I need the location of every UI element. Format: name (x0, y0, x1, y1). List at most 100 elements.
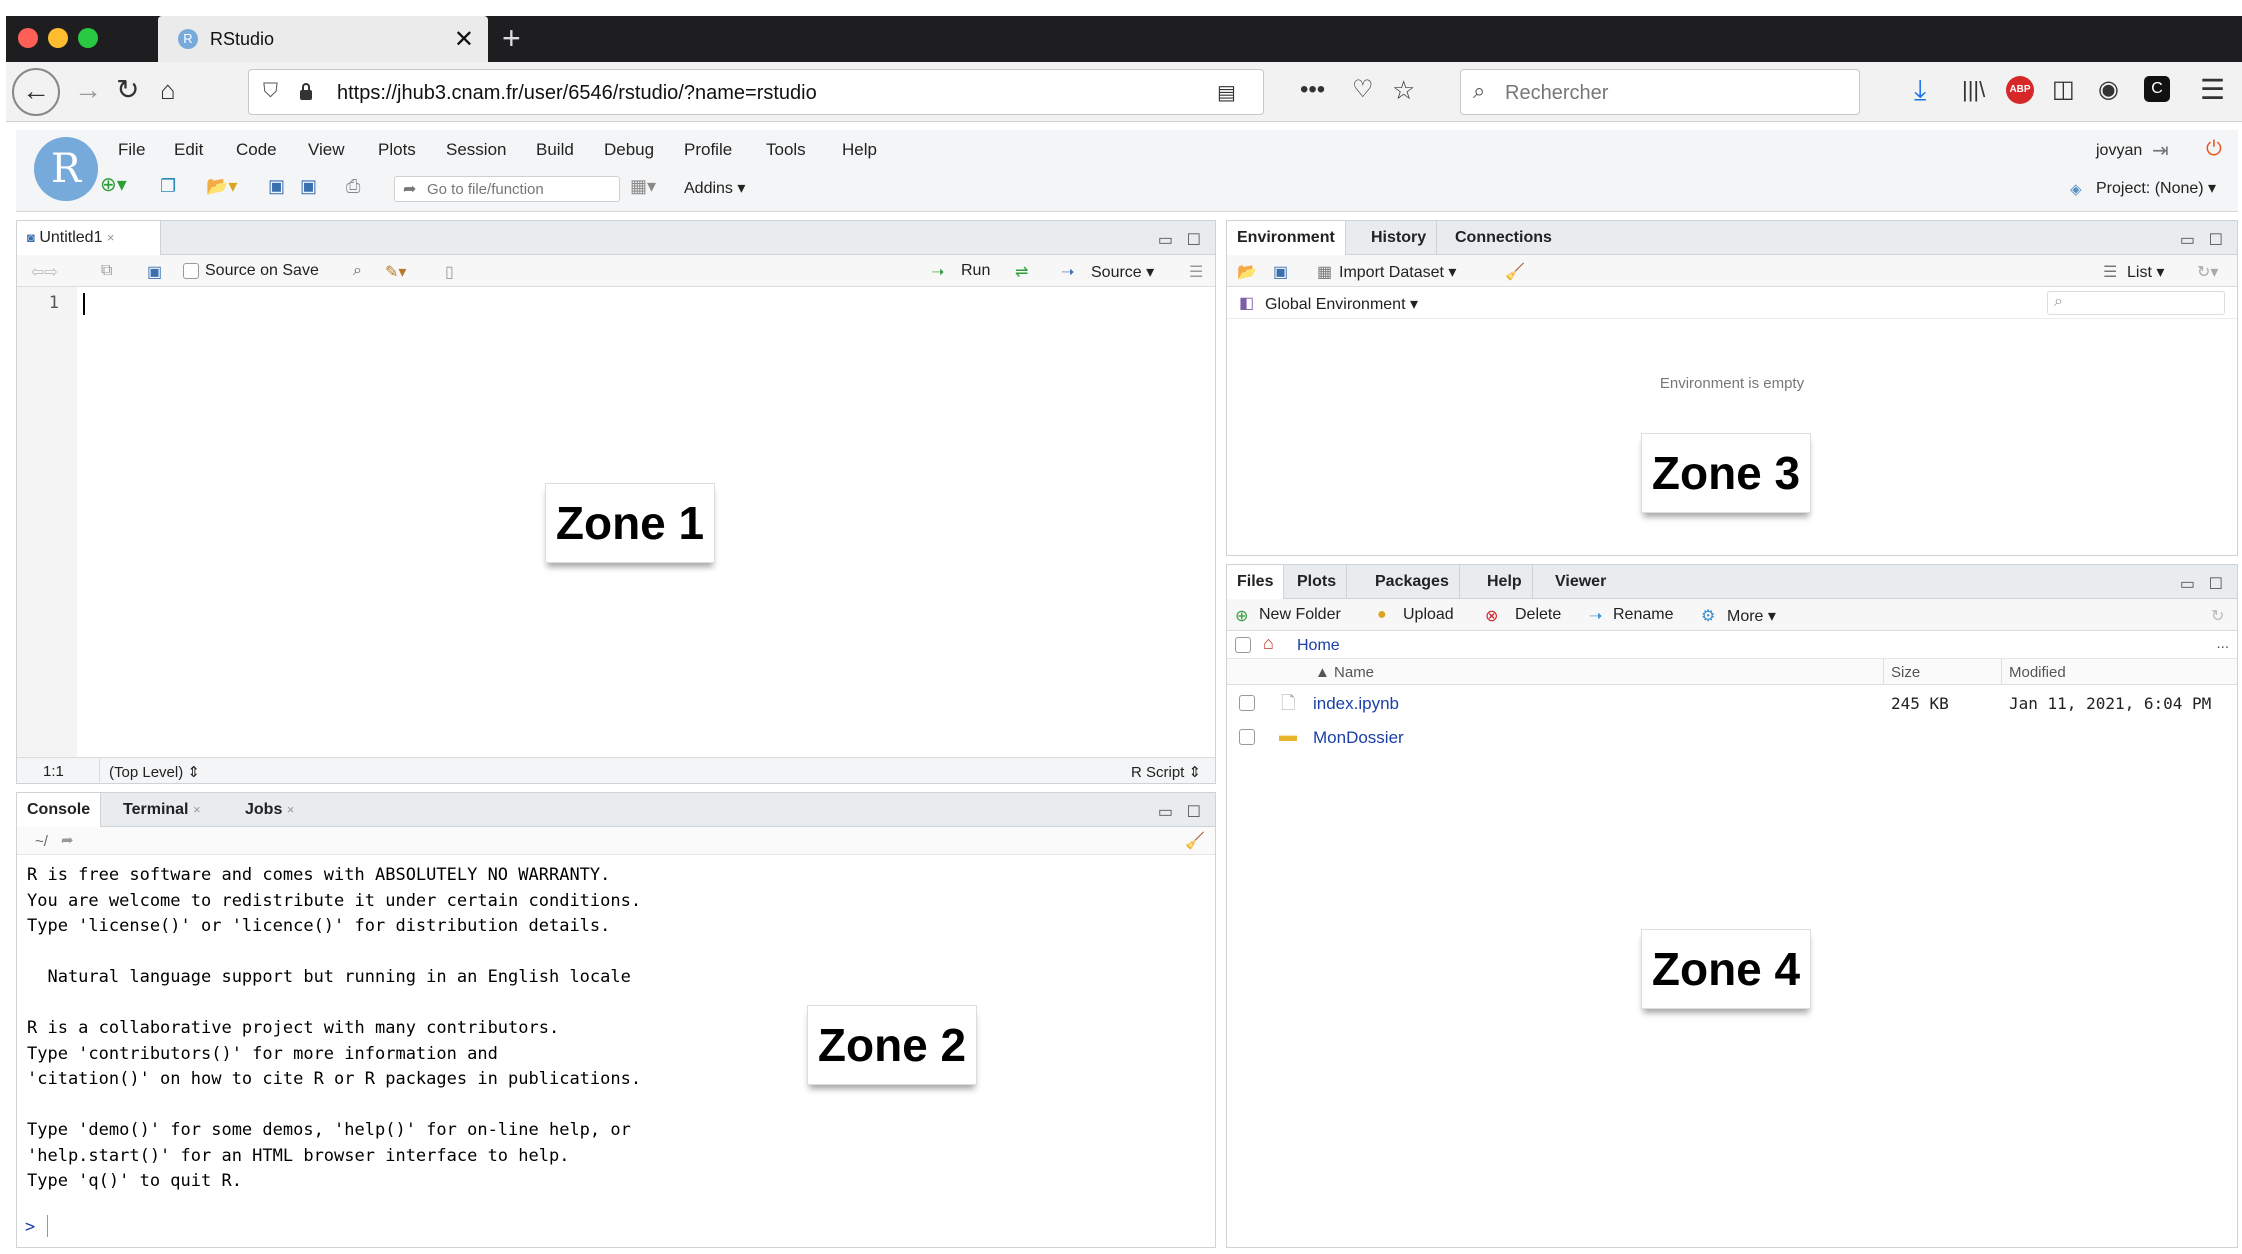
find-icon[interactable]: ⌕ (353, 262, 362, 280)
minimize-pane-icon[interactable]: ▭ (2180, 574, 2195, 594)
tab-untitled1[interactable]: ◙ Untitled1 × (17, 221, 161, 255)
back-arrow-icon[interactable]: ⇦⇨ (31, 262, 58, 282)
menu-help[interactable]: Help (842, 140, 877, 160)
table-row[interactable]: 🗋 index.ipynb 245 KB Jan 11, 2021, 6:04 … (1227, 687, 2237, 721)
import-dataset-button[interactable]: Import Dataset ▾ (1339, 262, 1456, 282)
global-environment-selector[interactable]: Global Environment ▾ (1265, 294, 1418, 314)
print-icon[interactable]: ⎙ (346, 176, 360, 197)
home-icon[interactable]: ⌂ (160, 72, 176, 108)
new-file-icon[interactable]: ⊕▾ (100, 172, 127, 197)
tab-history[interactable]: History (1361, 221, 1438, 255)
menu-debug[interactable]: Debug (604, 140, 654, 160)
search-input[interactable]: ⌕ Rechercher (1460, 69, 1860, 115)
extension-icon[interactable]: C (2144, 76, 2170, 102)
menu-plots[interactable]: Plots (378, 140, 416, 160)
menu-code[interactable]: Code (236, 140, 277, 160)
tab-environment[interactable]: Environment (1227, 221, 1346, 255)
more-actions-icon[interactable]: ••• (1300, 72, 1325, 108)
shield-icon[interactable]: ⛉ (263, 80, 278, 103)
minimize-window-button[interactable] (48, 28, 68, 48)
maximize-pane-icon[interactable]: ☐ (2209, 230, 2223, 250)
refresh-icon[interactable]: ↻ (2211, 606, 2224, 626)
tab-console[interactable]: Console (17, 793, 102, 827)
save-all-icon[interactable]: ▣ (300, 176, 317, 197)
browser-tab[interactable]: R RStudio ✕ (158, 16, 488, 62)
close-window-button[interactable] (18, 28, 38, 48)
save-icon[interactable]: ▣ (147, 262, 162, 282)
save-icon[interactable]: ▣ (268, 176, 285, 197)
row-checkbox[interactable] (1239, 695, 1255, 711)
clear-console-broom-icon[interactable]: 🧹 (1185, 831, 1205, 851)
minimize-pane-icon[interactable]: ▭ (2180, 230, 2195, 250)
project-menu[interactable]: Project: (None) ▾ (2096, 178, 2216, 198)
bookmark-star-icon[interactable]: ☆ (1392, 72, 1415, 108)
close-tab-icon[interactable]: ✕ (454, 25, 474, 54)
go-to-directory-button[interactable]: ... (2216, 635, 2229, 652)
tab-packages[interactable]: Packages (1365, 565, 1460, 599)
open-file-icon[interactable]: 📂▾ (206, 176, 237, 197)
table-row[interactable]: ▬ MonDossier (1227, 721, 2237, 755)
sign-out-icon[interactable]: ⇥ (2152, 138, 2169, 163)
close-tab-icon[interactable]: × (193, 802, 201, 817)
go-to-directory-icon[interactable]: ➦ (61, 831, 74, 849)
row-checkbox[interactable] (1239, 729, 1255, 745)
account-icon[interactable]: ◉ (2098, 72, 2119, 108)
menu-tools[interactable]: Tools (766, 140, 806, 160)
minimize-pane-icon[interactable]: ▭ (1158, 230, 1173, 250)
maximize-pane-icon[interactable]: ☐ (1187, 802, 1201, 822)
rename-button[interactable]: Rename (1613, 606, 1673, 624)
tab-viewer[interactable]: Viewer (1545, 565, 1616, 599)
delete-button[interactable]: Delete (1515, 606, 1561, 624)
back-button[interactable]: ← (12, 68, 60, 116)
downloads-icon[interactable]: ⤓ (1914, 72, 1926, 108)
source-on-save-checkbox[interactable] (183, 263, 199, 279)
reload-button[interactable]: ↻ (116, 72, 139, 108)
minimize-pane-icon[interactable]: ▭ (1158, 802, 1173, 822)
load-workspace-icon[interactable]: 📂 (1237, 262, 1257, 282)
upload-button[interactable]: Upload (1403, 606, 1454, 624)
folder-name-link[interactable]: MonDossier (1313, 728, 1404, 748)
menu-file[interactable]: File (118, 140, 145, 160)
scope-selector[interactable]: (Top Level) ⇕ (109, 763, 200, 781)
menu-profile[interactable]: Profile (684, 140, 732, 160)
tab-plots[interactable]: Plots (1287, 565, 1348, 599)
zoom-window-button[interactable] (78, 28, 98, 48)
save-workspace-icon[interactable]: ▣ (1273, 262, 1288, 282)
url-bar[interactable]: ⛉ https://jhub3.cnam.fr/user/6546/rstudi… (248, 69, 1264, 115)
tab-terminal[interactable]: Terminal × (113, 793, 211, 827)
power-icon[interactable]: ⏻ (2206, 138, 2222, 161)
tab-help[interactable]: Help (1477, 565, 1533, 599)
reader-view-icon[interactable]: ▤ (1217, 80, 1236, 105)
workspace-panes-icon[interactable]: ▦▾ (630, 176, 656, 197)
clear-objects-broom-icon[interactable]: 🧹 (1505, 262, 1525, 282)
select-all-checkbox[interactable] (1235, 637, 1251, 653)
goto-file-input[interactable]: ➦ Go to file/function (394, 176, 620, 202)
forward-button[interactable]: → (74, 72, 102, 108)
menu-edit[interactable]: Edit (174, 140, 203, 160)
rerun-icon[interactable]: ⇌ (1015, 262, 1028, 282)
tab-files[interactable]: Files (1227, 565, 1285, 599)
source-button[interactable]: Source ▾ (1091, 262, 1154, 282)
hamburger-menu-icon[interactable]: ☰ (2200, 72, 2225, 108)
menu-session[interactable]: Session (446, 140, 506, 160)
tab-jobs[interactable]: Jobs × (235, 793, 304, 827)
compile-report-icon[interactable]: ▯ (445, 262, 454, 282)
maximize-pane-icon[interactable]: ☐ (2209, 574, 2223, 594)
code-tools-wand-icon[interactable]: ✎▾ (385, 262, 406, 282)
environment-search-input[interactable]: ⌕ (2047, 291, 2225, 315)
close-tab-icon[interactable]: × (107, 230, 115, 245)
new-tab-button[interactable]: + (502, 20, 521, 57)
run-button[interactable]: Run (961, 262, 990, 280)
menu-view[interactable]: View (308, 140, 345, 160)
close-tab-icon[interactable]: × (287, 802, 295, 817)
file-name-link[interactable]: index.ipynb (1313, 694, 1399, 714)
console-input[interactable]: > (17, 1211, 1215, 1243)
addins-menu[interactable]: Addins ▾ (684, 178, 745, 198)
refresh-icon[interactable]: ↻▾ (2197, 262, 2218, 282)
document-outline-icon[interactable]: ☰ (1189, 262, 1203, 282)
pocket-icon[interactable]: ♡ (1352, 72, 1374, 108)
column-size-header[interactable]: Size (1891, 664, 1920, 681)
sidebar-icon[interactable]: ◫ (2052, 72, 2075, 108)
file-type-selector[interactable]: R Script ⇕ (1131, 763, 1201, 781)
maximize-pane-icon[interactable]: ☐ (1187, 230, 1201, 250)
